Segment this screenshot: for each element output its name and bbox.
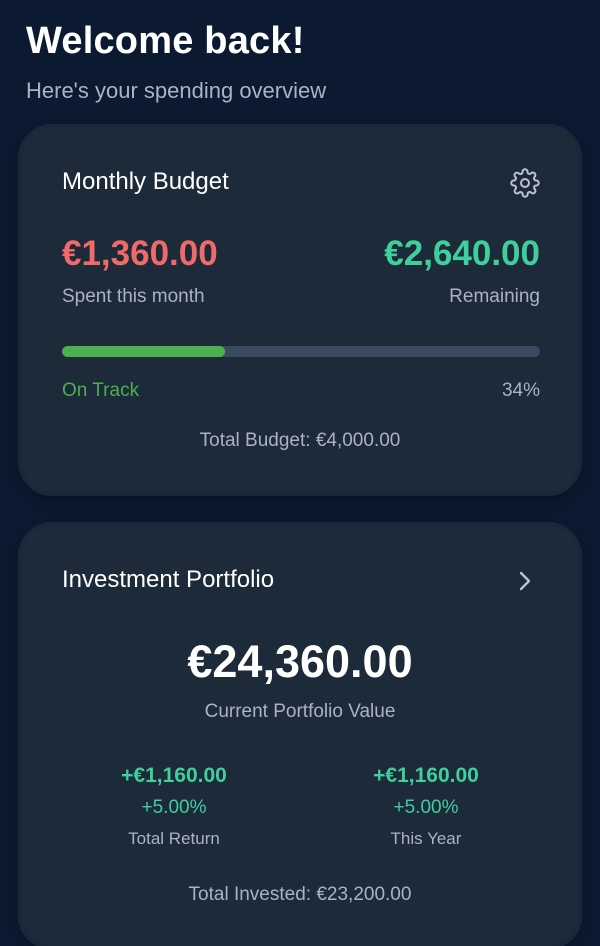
- this-year-stat: +€1,160.00 +5.00% This Year: [316, 764, 536, 849]
- remaining-amount: €2,640.00: [384, 234, 540, 273]
- gear-icon[interactable]: [510, 168, 540, 198]
- budget-percent: 34%: [501, 380, 540, 401]
- remaining-label: Remaining: [449, 286, 540, 307]
- spent-label: Spent this month: [62, 286, 205, 307]
- investment-portfolio-card[interactable]: Investment Portfolio €24,360.00 Current …: [22, 526, 578, 946]
- this-year-percent: +5.00%: [393, 797, 459, 818]
- portfolio-value: €24,360.00: [187, 636, 413, 687]
- total-invested: Total Invested: €23,200.00: [188, 884, 412, 905]
- portfolio-value-label: Current Portfolio Value: [204, 701, 396, 722]
- page-subtitle: Here's your spending overview: [26, 78, 327, 103]
- welcome-header: Welcome back! Here's your spending overv…: [26, 18, 326, 104]
- total-budget: Total Budget: €4,000.00: [199, 430, 401, 451]
- total-return-amount: +€1,160.00: [121, 764, 227, 787]
- budget-card-title: Monthly Budget: [62, 168, 229, 195]
- total-return-percent: +5.00%: [141, 797, 207, 818]
- portfolio-card-title: Investment Portfolio: [62, 566, 275, 593]
- budget-status: On Track: [62, 380, 140, 401]
- spent-amount: €1,360.00: [62, 234, 218, 273]
- total-return-stat: +€1,160.00 +5.00% Total Return: [64, 764, 284, 849]
- total-return-label: Total Return: [128, 829, 220, 848]
- this-year-amount: +€1,160.00: [373, 764, 479, 787]
- budget-progress-fill: [62, 346, 225, 357]
- page-title: Welcome back!: [26, 20, 305, 62]
- monthly-budget-card: Monthly Budget €1,360.00 €2,640.00 Spent…: [22, 128, 578, 492]
- budget-progress-bar: [62, 346, 540, 357]
- this-year-label: This Year: [390, 829, 462, 848]
- chevron-right-icon[interactable]: [516, 570, 534, 592]
